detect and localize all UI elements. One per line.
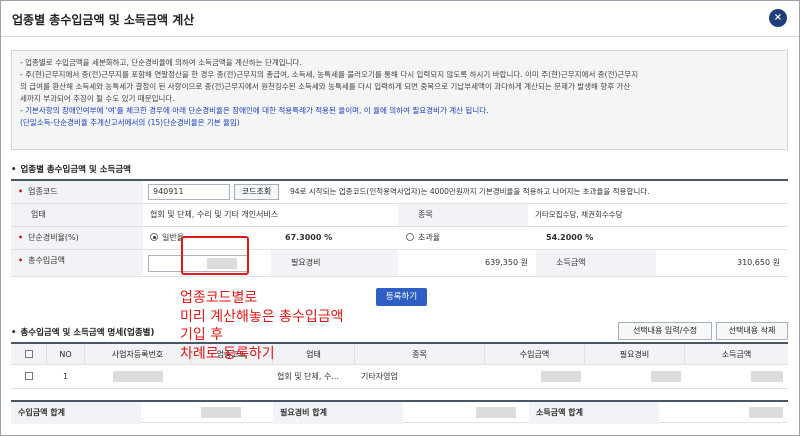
excess-rate-option[interactable]: 초과율 xyxy=(399,227,440,249)
necessary-expense-value: 639,350 원 xyxy=(398,250,536,276)
col-header: 필요경비 xyxy=(585,344,685,365)
won-unit: 원 xyxy=(772,258,780,267)
item-label: 종목 xyxy=(398,204,528,226)
general-rate-value: 67.3000 % xyxy=(285,233,333,242)
col-header: NO xyxy=(47,344,85,365)
annotation-line: 차례로 등록하기 xyxy=(180,345,275,362)
redacted-income xyxy=(541,371,581,382)
close-icon[interactable]: × xyxy=(769,9,787,27)
select-all-checkbox[interactable] xyxy=(24,350,33,358)
business-type-label: 업태 xyxy=(11,204,143,226)
income-total-label: 수입금액 합계 xyxy=(11,402,141,424)
notice-box: - 업종별로 수입금액을 세분화하고, 단순경비율에 의하여 소득금액을 계산하… xyxy=(11,50,788,150)
excess-rate-label: 초과율 xyxy=(418,233,441,242)
business-type-value: 협회 및 단체, 수리 및 기타 개인서비스 xyxy=(150,210,279,219)
notice-line-blue: (단일소득-단순경비율 추계신고서에서의 (15)단순경비율은 기본 율임) xyxy=(20,118,240,127)
expense-rate-label: 단순경비율(%) xyxy=(11,227,143,249)
notice-line: - 업종별로 수입금액을 세분화하고, 단순경비율에 의하여 소득금액을 계산하… xyxy=(20,58,302,67)
detail-table-header: NO 사업자등록번호 업종코드 업태 종목 수입금액 필요경비 소득금액 xyxy=(11,342,788,365)
row-item: 기타자영업 xyxy=(361,372,398,381)
redacted-business-number xyxy=(113,371,163,382)
general-rate-radio[interactable] xyxy=(150,233,158,241)
code-lookup-button[interactable]: 코드조회 xyxy=(234,184,279,200)
necessary-expense-label: 필요경비 xyxy=(271,250,398,276)
code-hint-text: 94로 시작되는 업종코드(인적용역사업자)는 4000만원까지 기본경비율을 … xyxy=(290,187,650,196)
dialog-title: 업종별 총수입금액 및 소득금액 계산 xyxy=(12,13,195,27)
row-checkbox-cell xyxy=(25,366,33,388)
redacted-income-total xyxy=(201,407,241,418)
delete-selected-button[interactable]: 선택내용 삭제 xyxy=(716,322,788,340)
industry-code-label: 업종코드 xyxy=(11,181,143,203)
col-header: 수입금액 xyxy=(485,344,585,365)
notice-line: 세까지 부과되어 추징이 될 수도 있기 때문입니다. xyxy=(20,94,175,103)
col-header: 사업자등록번호 xyxy=(85,344,191,365)
row-business-type: 협회 및 단체, 수... xyxy=(277,372,339,381)
annotation-line: 업종코드별로 xyxy=(180,290,258,306)
notice-line: 의 급여를 환산해 소득세와 농특세가 결정이 된 사항이므로 종(전)근무지에… xyxy=(20,82,631,91)
section-title-detail: 총수입금액 및 소득금액 명세(업종별) xyxy=(11,326,154,338)
annotation-line: 미리 계산해놓은 총수입금액 xyxy=(180,308,344,325)
dialog-titlebar: 업종별 총수입금액 및 소득금액 계산 × xyxy=(1,1,799,37)
income-amount-value: 310,650 원 xyxy=(656,250,788,276)
excess-rate-value: 54.2000 % xyxy=(546,233,594,242)
col-header: 소득금액 xyxy=(721,350,752,359)
section-title-income: 업종별 총수입금액 및 소득금액 xyxy=(11,163,131,175)
business-type-row: 업태 협회 및 단체, 수리 및 기타 개인서비스 종목 기타모집수당, 채권회… xyxy=(11,204,788,227)
redacted-income-amount-total xyxy=(749,407,783,418)
notice-line-blue: - 기본사항의 장애인여부에 '여'를 체크한 경우에 아래 단순경비율은 장애… xyxy=(20,106,489,115)
income-form-grid: 업종코드 940911 코드조회 94로 시작되는 업종코드(인적용역사업자)는… xyxy=(11,179,788,277)
col-header: 종목 xyxy=(355,344,485,365)
select-all-cell xyxy=(11,344,47,365)
redacted-income-amount xyxy=(751,371,783,382)
annotation-text: 업종코드별로 미리 계산해놓은 총수입금액 기입 후 차례로 등록하기 xyxy=(180,289,343,363)
total-income-label: 총수입금액 xyxy=(11,250,143,276)
industry-code-input[interactable]: 940911 xyxy=(148,184,230,200)
industry-code-row: 업종코드 940911 코드조회 94로 시작되는 업종코드(인적용역사업자)는… xyxy=(11,181,788,204)
totals-row: 수입금액 합계 필요경비 합계 소득금액 합계 xyxy=(11,400,788,424)
redacted-expense xyxy=(651,371,681,382)
income-amount-label: 소득금액 xyxy=(536,250,656,276)
redacted-expense-total xyxy=(476,407,516,418)
excess-rate-radio[interactable] xyxy=(406,233,414,241)
table-row[interactable]: 1 협회 및 단체, 수... 기타자영업 xyxy=(11,366,788,389)
general-rate-option[interactable]: 일반율 xyxy=(143,227,184,249)
item-value: 기타모집수당, 채권회수수당 xyxy=(535,210,623,219)
highlight-box xyxy=(181,236,249,275)
register-button[interactable]: 등록하기 xyxy=(376,288,427,306)
edit-selected-button[interactable]: 선택내용 입력/수정 xyxy=(618,322,712,340)
income-amount-amount: 310,650 xyxy=(736,258,771,267)
expense-rate-row: 단순경비율(%) 일반율 67.3000 % 초과율 54.2000 % xyxy=(11,227,788,250)
expense-total-label: 필요경비 합계 xyxy=(273,402,403,424)
won-unit: 원 xyxy=(520,258,528,267)
necessary-expense-amount: 639,350 xyxy=(484,258,519,267)
annotation-line: 기입 후 xyxy=(180,327,224,343)
notice-line: - 주(현)근무지에서 종(전)근무지를 포함해 연말정산을 한 경우 종(전)… xyxy=(20,70,639,79)
total-income-row: 총수입금액 필요경비 639,350 원 소득금액 310,650 원 xyxy=(11,250,788,277)
row-checkbox[interactable] xyxy=(25,372,33,380)
income-amount-total-label: 소득금액 합계 xyxy=(529,402,659,424)
row-no: 1 xyxy=(63,372,69,381)
